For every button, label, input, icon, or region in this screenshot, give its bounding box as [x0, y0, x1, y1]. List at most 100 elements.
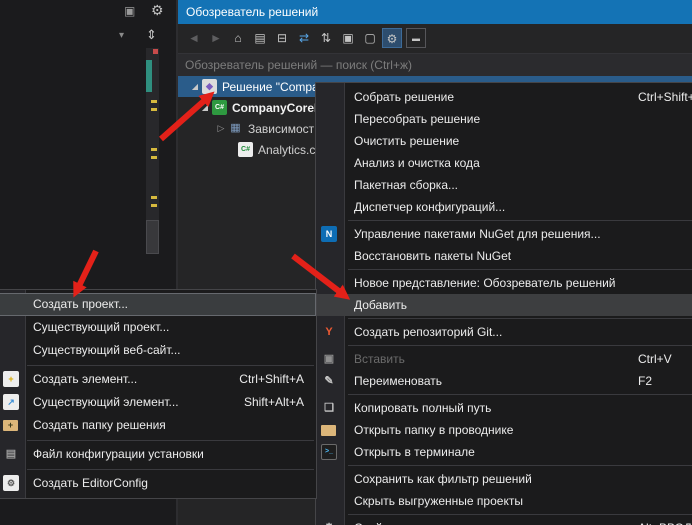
search-input[interactable]: Обозреватель решений — поиск (Ctrl+ж) [178, 53, 692, 77]
menu-item-shortcut: Ctrl+Shift+B [638, 86, 692, 108]
scrollbar-change-mark [151, 148, 157, 151]
context-menu-item[interactable]: ✎ Переименовать F2 [316, 370, 692, 392]
menu-item-label: Существующий элемент... [33, 395, 179, 409]
submenu-item[interactable]: ⚙ Создать EditorConfig [0, 472, 316, 495]
nuget-icon: N [321, 226, 337, 242]
context-menu-item[interactable]: Пакетная сборка... [316, 174, 692, 196]
panel-title: Обозреватель решений [186, 5, 318, 19]
tree-item-label: Зависимост [248, 122, 314, 136]
context-menu-item[interactable]: Пересобрать решение [316, 108, 692, 130]
sync-with-active-icon[interactable]: ⇄ [294, 28, 314, 48]
scrollbar-change-mark [151, 156, 157, 159]
editorconfig-icon: ⚙ [3, 475, 19, 491]
docs-icon[interactable]: ▢ [360, 28, 380, 48]
newitem-icon: + [3, 371, 19, 387]
csproj-icon: C# [212, 100, 227, 115]
context-menu-item[interactable]: ⚙СвойстваAlt+ВВОД [316, 517, 692, 525]
menu-item-label: Диспетчер конфигураций... [354, 200, 505, 214]
submenu-item[interactable]: ↗Существующий элемент...Shift+Alt+A [0, 391, 316, 414]
context-menu-item[interactable]: Анализ и очистка кода [316, 152, 692, 174]
menu-item-label: Анализ и очистка кода [354, 156, 480, 170]
menu-separator [348, 220, 692, 221]
preview-toggle-icon[interactable]: ▬ [406, 28, 426, 48]
menu-item-label: Новое представление: Обозреватель решени… [354, 276, 615, 290]
menu-item-label: Существующий проект... [33, 320, 169, 334]
menu-item-label: Копировать полный путь [354, 401, 491, 415]
properties-icon[interactable]: ⚙ [382, 28, 402, 48]
wrench-icon: ⚙ [321, 520, 337, 525]
menu-item-label: Создать папку решения [33, 418, 166, 432]
scrollbar-change-mark [151, 196, 157, 199]
context-menu-item[interactable]: Новое представление: Обозреватель решени… [316, 272, 692, 294]
context-menu-item[interactable]: Собрать решениеCtrl+Shift+B [316, 86, 692, 108]
menu-item-label: Создать EditorConfig [33, 476, 148, 490]
menu-separator [348, 514, 692, 515]
context-menu-item[interactable]: Добавить [316, 294, 692, 316]
refresh-icon[interactable]: ⇅ [316, 28, 336, 48]
submenu-item[interactable]: +Создать элемент...Ctrl+Shift+A [0, 368, 316, 391]
context-menu-item[interactable]: Восстановить пакеты NuGet [316, 245, 692, 267]
context-menu-item[interactable]: ▣ВставитьCtrl+V [316, 348, 692, 370]
context-menu-item[interactable]: Диспетчер конфигураций... [316, 196, 692, 218]
folder-icon [321, 425, 336, 436]
solution-explorer-titlebar[interactable]: Обозреватель решений [178, 0, 692, 24]
menu-item-label: Файл конфигурации установки [33, 447, 204, 461]
solution-explorer-toolbar: ◄►⌂▤⊟⇄⇅▣▢⚙▬ [178, 24, 692, 52]
menu-item-label: Управление пакетами NuGet для решения... [354, 227, 601, 241]
tree-item-label: Решение "Compan [222, 80, 325, 94]
menu-item-shortcut: F2 [638, 370, 652, 392]
scrollbar-change-mark [151, 108, 157, 111]
menu-separator [27, 469, 314, 470]
menu-item-label: Восстановить пакеты NuGet [354, 249, 511, 263]
gear-icon[interactable]: ⚙ [151, 2, 164, 19]
folderplus-icon: + [3, 420, 18, 431]
menu-item-label: Сохранить как фильтр решений [354, 472, 532, 486]
installer-icon: ▤ [3, 446, 19, 462]
visual-studio-window: ▣ ⚙ ▾ ⇕ Обозреватель решений ◄►⌂▤⊟⇄⇅▣▢⚙▬… [0, 0, 692, 525]
menu-item-label: Открыть в терминале [354, 445, 475, 459]
menu-separator [348, 269, 692, 270]
context-menu-item[interactable]: Очистить решение [316, 130, 692, 152]
expander-open-icon[interactable]: ◢ [198, 103, 212, 112]
context-menu-item[interactable]: Сохранить как фильтр решений [316, 468, 692, 490]
menu-item-label: Свойства [354, 521, 407, 525]
existing-icon: ↗ [3, 394, 19, 410]
solution-icon: ◆ [202, 79, 217, 94]
submenu-item[interactable]: Существующий веб-сайт... [0, 339, 316, 362]
context-menu-item[interactable]: YСоздать репозиторий Git... [316, 321, 692, 343]
editor-scrollbar[interactable] [146, 48, 159, 254]
menu-item-label: Вставить [354, 352, 405, 366]
copy-icon: ❏ [321, 400, 337, 416]
splitter-icon[interactable]: ⇕ [146, 27, 157, 43]
show-all-files-icon[interactable]: ▣ [338, 28, 358, 48]
context-menu-item[interactable]: ❏ Копировать полный путь [316, 397, 692, 419]
context-menu-item[interactable]: N Управление пакетами NuGet для решения..… [316, 223, 692, 245]
add-submenu: Создать проект... Существующий проект... С… [0, 289, 317, 499]
home-icon[interactable]: ⌂ [228, 28, 248, 48]
context-menu-item[interactable]: Открыть папку в проводнике [316, 419, 692, 441]
menu-item-label: Очистить решение [354, 134, 459, 148]
open-in-editor-icon[interactable]: ▤ [250, 28, 270, 48]
rename-icon: ✎ [321, 373, 337, 389]
submenu-item[interactable]: Создать проект... [0, 293, 316, 316]
expander-closed-icon[interactable]: ▷ [214, 123, 228, 134]
collapse-all-icon[interactable]: ⊟ [272, 28, 292, 48]
deps-icon: ▦ [228, 121, 243, 136]
menu-item-label: Переименовать [354, 374, 442, 388]
forward-icon[interactable]: ► [206, 28, 226, 48]
menu-item-label: Существующий веб-сайт... [33, 343, 181, 357]
submenu-item[interactable]: + Создать папку решения [0, 414, 316, 437]
back-icon[interactable]: ◄ [184, 28, 204, 48]
chevron-down-icon[interactable]: ▾ [119, 30, 124, 41]
menu-item-label: Пакетная сборка... [354, 178, 458, 192]
context-menu-item[interactable]: Скрыть выгруженные проекты [316, 490, 692, 512]
submenu-item[interactable]: Существующий проект... [0, 316, 316, 339]
menu-item-label: Скрыть выгруженные проекты [354, 494, 523, 508]
scrollbar-change-mark [151, 100, 157, 103]
expander-open-icon[interactable]: ◢ [188, 82, 202, 91]
context-menu-item[interactable]: >_ Открыть в терминале [316, 441, 692, 463]
submenu-item[interactable]: ▤ Файл конфигурации установки [0, 443, 316, 466]
terminal-icon: >_ [321, 444, 337, 460]
grid-icon[interactable]: ▣ [124, 4, 135, 18]
scrollbar-thumb[interactable] [146, 220, 159, 254]
